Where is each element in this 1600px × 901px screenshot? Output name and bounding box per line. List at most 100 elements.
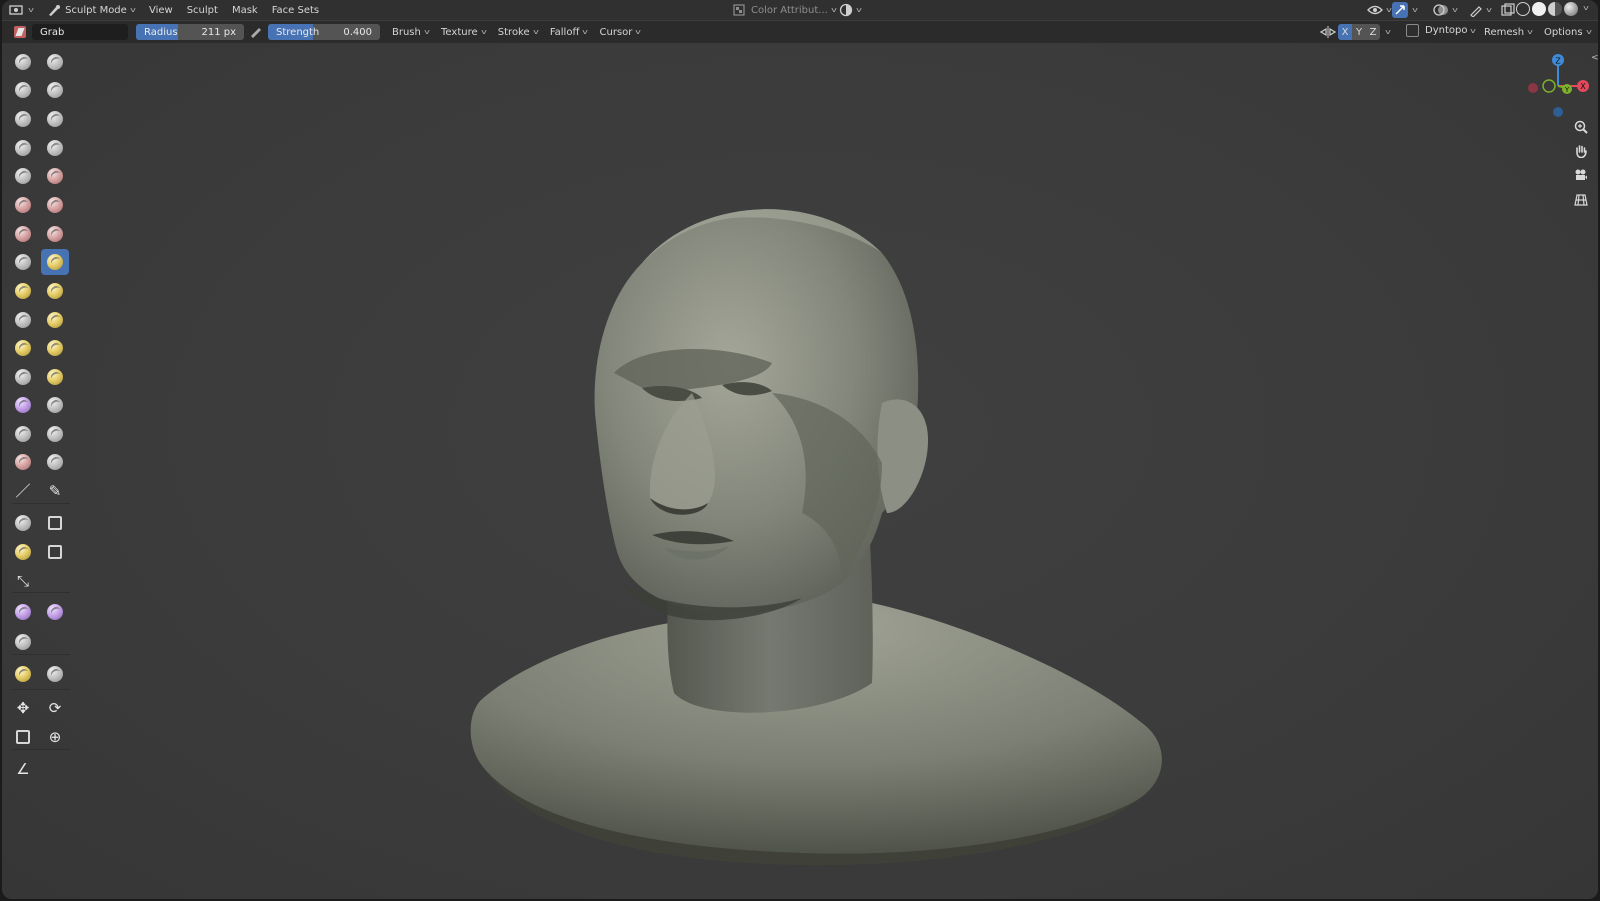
sculpt-tool-43[interactable]: ✥ bbox=[9, 695, 37, 721]
sculpt-tool-5[interactable] bbox=[9, 106, 37, 132]
sculpt-tool-9[interactable] bbox=[9, 163, 37, 189]
dyntopo-control[interactable]: Dyntopo v bbox=[1406, 24, 1476, 37]
pan-view-button[interactable] bbox=[1570, 140, 1592, 162]
sculpt-tool-2[interactable] bbox=[41, 49, 69, 75]
tool-group-separator bbox=[12, 592, 70, 593]
sculpt-tool-21[interactable] bbox=[9, 335, 37, 361]
mesh-edit-toggle[interactable]: v bbox=[1462, 1, 1498, 19]
sculpt-tool-20[interactable] bbox=[41, 307, 69, 333]
pen-icon bbox=[1470, 6, 1482, 17]
strength-slider[interactable]: Strength 0.400 bbox=[268, 24, 380, 40]
brush-dropdown[interactable]: Brush v bbox=[386, 23, 435, 41]
sculpt-tool-8[interactable] bbox=[41, 135, 69, 161]
rendered-shading-icon[interactable] bbox=[1564, 2, 1578, 16]
menu-sculpt[interactable]: Sculpt bbox=[180, 1, 225, 19]
stroke-dropdown[interactable]: Stroke v bbox=[492, 23, 544, 41]
sculpt-tool-42[interactable] bbox=[41, 661, 69, 687]
menu-mask[interactable]: Mask bbox=[225, 1, 265, 19]
sculpt-tool-10[interactable] bbox=[41, 163, 69, 189]
gizmo-neg-x-axis[interactable] bbox=[1528, 83, 1538, 93]
gizmo-neg-y-axis[interactable] bbox=[1542, 79, 1556, 93]
sculpt-tool-26[interactable] bbox=[41, 392, 69, 418]
sculpt-tool-44[interactable]: ⟳ bbox=[41, 695, 69, 721]
remesh-dropdown[interactable]: Remesh v bbox=[1478, 23, 1538, 41]
radius-slider[interactable]: Radius 211 px bbox=[136, 24, 244, 40]
sculpt-tool-28[interactable] bbox=[41, 421, 69, 447]
sculpt-tool-17[interactable] bbox=[9, 278, 37, 304]
solid-shading-icon[interactable] bbox=[1532, 2, 1546, 16]
sculpt-tool-47[interactable]: ∠ bbox=[9, 756, 37, 782]
sculpt-tool-3[interactable] bbox=[9, 77, 37, 103]
sculpt-tool-34[interactable] bbox=[41, 510, 69, 536]
pivot-selector[interactable]: v bbox=[832, 1, 868, 19]
sidebar-toggle-chevron[interactable]: < bbox=[1591, 53, 1598, 63]
sculpt-tool-7[interactable] bbox=[9, 135, 37, 161]
mode-selector[interactable]: Sculpt Mode v bbox=[40, 1, 142, 19]
sculpt-brush-icon: ✎ bbox=[48, 482, 62, 500]
sculpt-tool-6[interactable] bbox=[41, 106, 69, 132]
symmetry-icon[interactable] bbox=[1320, 25, 1336, 39]
sculpt-tool-27[interactable] bbox=[9, 421, 37, 447]
sculpt-tool-36[interactable] bbox=[41, 539, 69, 565]
color-attribute-selector[interactable]: Color Attribut... v bbox=[726, 1, 843, 19]
wireframe-shading-icon[interactable] bbox=[1516, 2, 1530, 16]
sculpt-tool-40[interactable] bbox=[9, 629, 37, 655]
sculpt-tool-22[interactable] bbox=[41, 335, 69, 361]
sculpt-tool-37[interactable]: ⤡ bbox=[9, 568, 37, 594]
sculpt-tool-15[interactable] bbox=[9, 249, 37, 275]
sculpt-tool-39[interactable] bbox=[41, 599, 69, 625]
radius-pressure-toggle[interactable] bbox=[248, 25, 262, 39]
sculpt-tool-31[interactable]: ／ bbox=[9, 478, 37, 504]
dyntopo-label: Dyntopo bbox=[1425, 25, 1468, 36]
sculpt-tool-24[interactable] bbox=[41, 364, 69, 390]
falloff-dropdown[interactable]: Falloff v bbox=[544, 23, 594, 41]
sculpt-tool-33[interactable] bbox=[9, 510, 37, 536]
sculpt-tool-30[interactable] bbox=[41, 449, 69, 475]
material-shading-icon[interactable] bbox=[1548, 2, 1562, 16]
brush-name-field[interactable]: Grab bbox=[32, 24, 128, 40]
zoom-view-button[interactable] bbox=[1570, 116, 1592, 138]
sculpt-tool-35[interactable] bbox=[9, 539, 37, 565]
perspective-toggle-button[interactable] bbox=[1570, 189, 1592, 211]
texture-dropdown[interactable]: Texture v bbox=[435, 23, 492, 41]
dyntopo-checkbox[interactable] bbox=[1406, 24, 1419, 37]
sculpt-tool-4[interactable] bbox=[41, 77, 69, 103]
sculpt-tool-23[interactable] bbox=[9, 364, 37, 390]
texture-dropdown-label: Texture bbox=[441, 26, 478, 38]
brush-dropdown-label: Brush bbox=[392, 26, 421, 38]
grid-icon bbox=[1574, 194, 1588, 206]
shading-options-chevron[interactable]: v bbox=[1583, 4, 1589, 16]
menu-face-sets[interactable]: Face Sets bbox=[265, 1, 326, 19]
gizmo-neg-z-axis[interactable] bbox=[1553, 107, 1563, 117]
symmetry-z-button[interactable]: Z bbox=[1366, 24, 1380, 40]
grab-brush-tool[interactable] bbox=[41, 249, 69, 275]
sculpt-tool-45[interactable] bbox=[9, 724, 37, 750]
3d-viewport[interactable]: Z X Y < bbox=[2, 43, 1598, 899]
sculpt-tool-1[interactable] bbox=[9, 49, 37, 75]
sculpt-tool-12[interactable] bbox=[41, 192, 69, 218]
sculpt-tool-38[interactable] bbox=[9, 599, 37, 625]
sculpt-tool-25[interactable] bbox=[9, 392, 37, 418]
sculpt-tool-13[interactable] bbox=[9, 221, 37, 247]
symmetry-x-button[interactable]: X bbox=[1338, 24, 1352, 40]
sculpt-tool-29[interactable] bbox=[9, 449, 37, 475]
cursor-dropdown[interactable]: Cursor v bbox=[594, 23, 647, 41]
sculpt-tool-32[interactable]: ✎ bbox=[41, 478, 69, 504]
options-dropdown[interactable]: Options v bbox=[1538, 23, 1597, 41]
sculpt-tool-46[interactable]: ⊕ bbox=[41, 724, 69, 750]
symmetry-chevron[interactable]: v bbox=[1385, 28, 1391, 36]
gizmo-x-label: X bbox=[1580, 82, 1586, 91]
overlays-toggle[interactable]: v bbox=[1426, 1, 1464, 19]
navigation-gizmo[interactable]: Z X Y bbox=[1523, 48, 1593, 118]
sculpt-tool-14[interactable] bbox=[41, 221, 69, 247]
sculpt-tool-19[interactable] bbox=[9, 307, 37, 333]
sculpt-bust-model[interactable] bbox=[2, 43, 1598, 899]
sculpt-tool-41[interactable] bbox=[9, 661, 37, 687]
menu-view[interactable]: View bbox=[142, 1, 180, 19]
editor-type-button[interactable]: v bbox=[2, 1, 40, 19]
symmetry-y-button[interactable]: Y bbox=[1352, 24, 1366, 40]
camera-view-button[interactable] bbox=[1570, 164, 1592, 186]
sculpt-tool-11[interactable] bbox=[9, 192, 37, 218]
sculpt-tool-18[interactable] bbox=[41, 278, 69, 304]
gizmo-toggle[interactable]: v bbox=[1392, 1, 1418, 19]
